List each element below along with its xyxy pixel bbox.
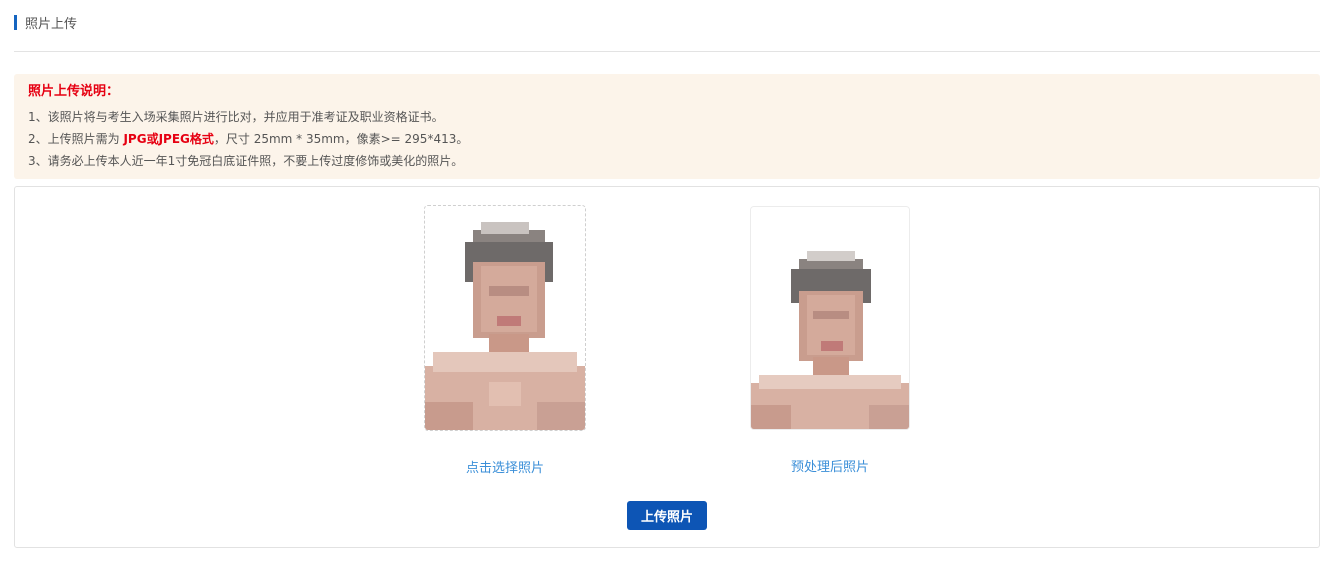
- instruction-line-2: 2、上传照片需为 JPG或JPEG格式，尺寸 25mm * 35mm，像素>= …: [28, 128, 1306, 150]
- processed-photo-label: 预处理后照片: [790, 460, 869, 475]
- instruction-line-1: 1、该照片将与考生入场采集照片进行比对，并应用于准考证及职业资格证书。: [28, 110, 444, 124]
- select-photo-area[interactable]: [424, 205, 586, 431]
- upload-panel: 点击选择照片 预处理后照片 上传照片: [14, 186, 1320, 548]
- header-divider: [14, 51, 1320, 52]
- select-photo-link[interactable]: 点击选择照片: [425, 457, 585, 476]
- instruction-line-2-prefix: 2、上传照片需为: [28, 132, 124, 146]
- header-accent-bar: [14, 14, 17, 30]
- instruction-line-2-suffix: ，尺寸 25mm * 35mm，像素>= 295*413。: [213, 132, 469, 146]
- upload-instructions: 照片上传说明： 1、该照片将与考生入场采集照片进行比对，并应用于准考证及职业资格…: [14, 74, 1320, 179]
- instruction-line-3: 3、请务必上传本人近一年1寸免冠白底证件照，不要上传过度修饰或美化的照片。: [28, 154, 464, 168]
- upload-photo-button[interactable]: 上传照片: [627, 501, 707, 530]
- selected-photo-image: [425, 206, 585, 430]
- page-header: 照片上传: [14, 12, 77, 32]
- processed-photo-image: [751, 207, 909, 429]
- page-title: 照片上传: [25, 16, 78, 32]
- instructions-title: 照片上传说明：: [28, 84, 120, 99]
- processed-photo-preview: [750, 206, 910, 430]
- format-requirement-highlight: JPG或JPEG格式: [123, 132, 214, 146]
